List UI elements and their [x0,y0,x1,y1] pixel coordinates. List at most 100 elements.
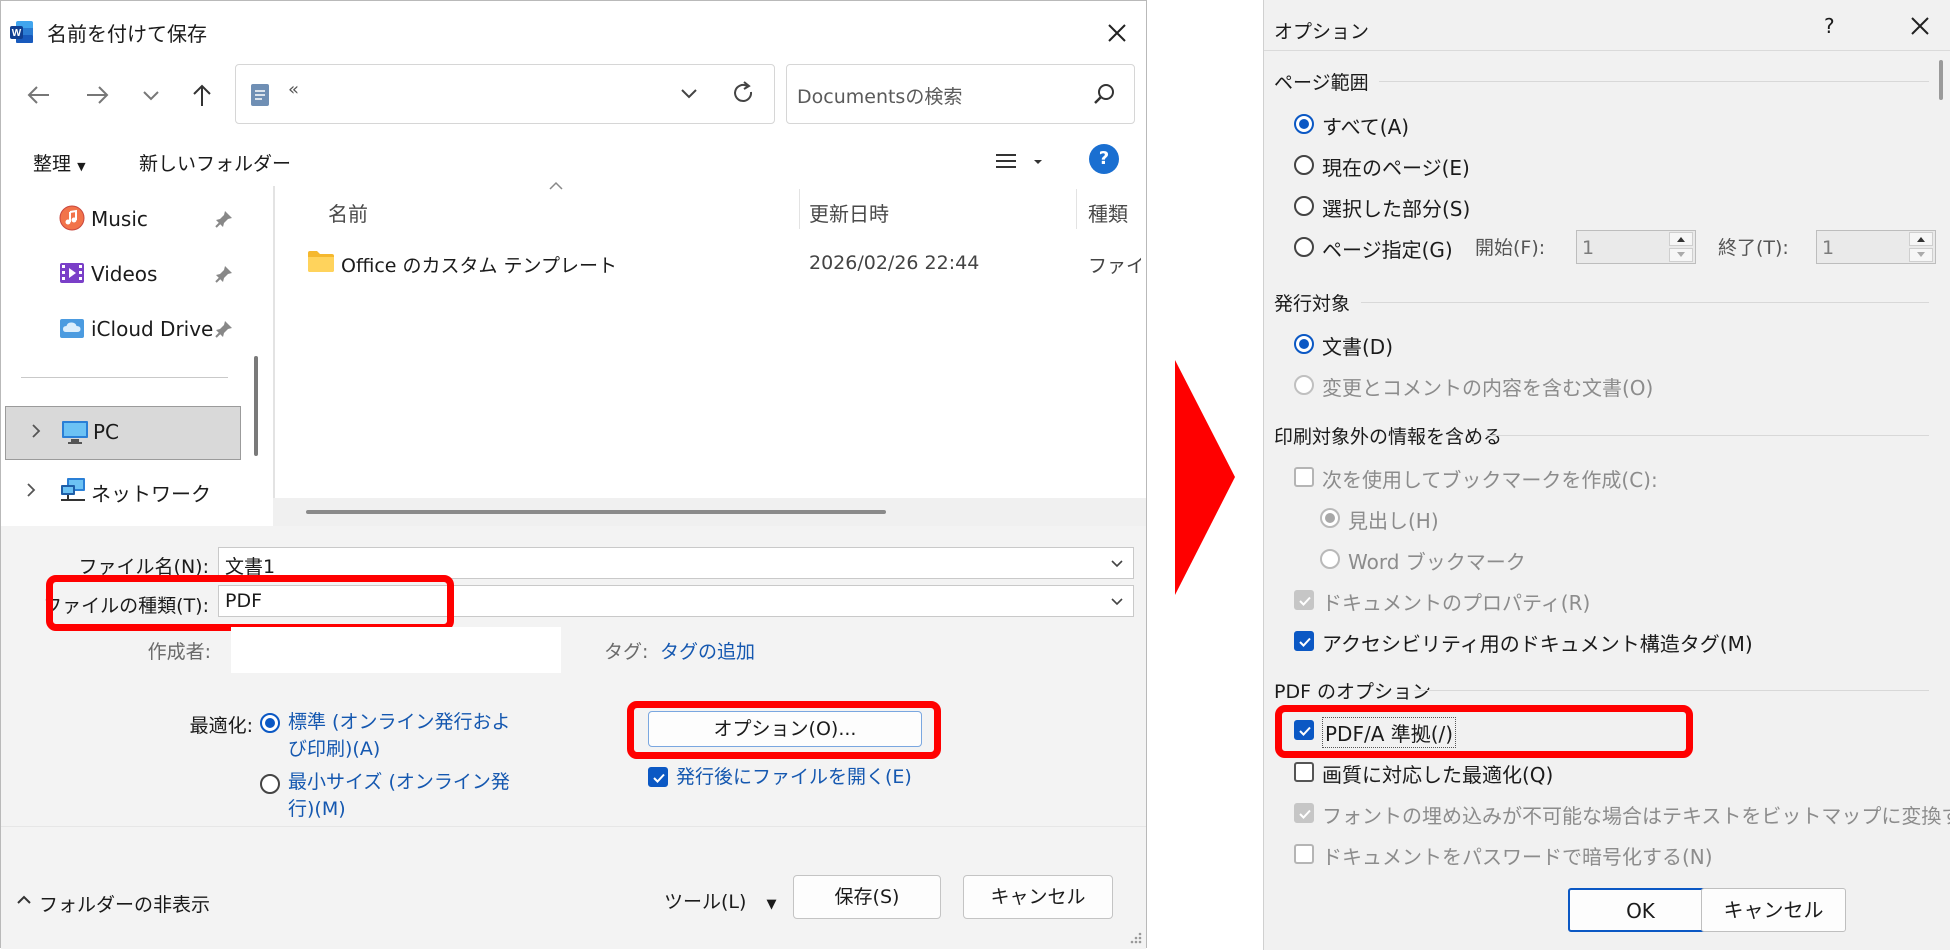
up-arrow-icon[interactable] [184,77,220,113]
optimize-quality-checkbox[interactable] [1294,762,1314,782]
open-after-publish-checkbox[interactable] [648,767,668,787]
page-range-pages-radio[interactable] [1294,237,1314,257]
back-arrow-icon[interactable] [21,77,57,113]
pane-splitter[interactable] [273,186,275,526]
end-page-spinner[interactable]: 1 [1816,230,1936,264]
options-scrollbar[interactable] [1939,60,1943,100]
organize-menu[interactable]: 整理 ▼ [33,149,86,176]
create-bookmarks-label[interactable]: 次を使用してブックマークを作成(C): [1322,464,1658,493]
optimize-minimum-label[interactable]: 最小サイズ (オンライン発 行)(M) [288,769,510,823]
address-dropdown-icon[interactable] [674,79,704,109]
start-page-label: 開始(F): [1475,237,1546,259]
scrollbar-thumb[interactable] [306,510,886,514]
encrypt-label[interactable]: ドキュメントをパスワードで暗号化する(N) [1322,841,1713,870]
pin-icon[interactable] [214,319,234,339]
close-icon[interactable] [1904,10,1936,42]
spin-down-icon[interactable] [1909,248,1933,262]
publish-markup-radio[interactable] [1294,375,1314,395]
search-input[interactable]: Documentsの検索 [797,82,962,109]
word-bookmarks-label[interactable]: Word ブックマーク [1348,546,1526,575]
open-after-publish-label[interactable]: 発行後にファイルを開く(E) [676,762,912,789]
encrypt-checkbox[interactable] [1294,844,1314,864]
search-box[interactable]: Documentsの検索 [786,64,1135,124]
optimize-minimum-radio[interactable] [260,774,280,794]
page-range-pages-label[interactable]: ページ指定(G) [1322,234,1453,263]
expand-chevron-icon[interactable] [26,421,46,441]
page-range-selection-radio[interactable] [1294,196,1314,216]
spin-down-icon[interactable] [1669,248,1693,262]
nav-item-music[interactable]: Music [21,197,241,241]
headings-label[interactable]: 見出し(H) [1348,505,1439,534]
close-icon[interactable] [1099,15,1135,51]
word-bookmarks-radio[interactable] [1320,549,1340,569]
recent-locations-chevron-icon[interactable] [133,77,169,113]
spin-up-icon[interactable] [1909,232,1933,246]
author-field[interactable] [231,627,561,673]
search-icon[interactable] [1092,81,1118,107]
column-divider[interactable] [799,189,800,229]
save-button[interactable]: 保存(S) [793,875,941,919]
refresh-icon[interactable] [728,78,758,108]
publish-document-radio[interactable] [1294,334,1314,354]
resize-grip-icon[interactable] [1127,929,1143,945]
cancel-button[interactable]: キャンセル [963,875,1113,919]
icloud-icon [59,315,85,341]
structure-tags-checkbox[interactable] [1294,631,1314,651]
nav-item-pc[interactable]: PC [5,406,241,460]
new-folder-button[interactable]: 新しいフォルダー [139,149,291,176]
options-cancel-button[interactable]: キャンセル [1701,888,1846,932]
file-list [273,186,1146,526]
add-tag-link[interactable]: タグの追加 [660,637,755,664]
view-options-icon[interactable] [994,146,1044,176]
nav-scrollbar[interactable] [254,356,258,456]
page-range-selection-label[interactable]: 選択した部分(S) [1322,193,1470,222]
chevron-down-icon[interactable] [1109,594,1125,610]
document-properties-label[interactable]: ドキュメントのプロパティ(R) [1322,587,1590,616]
spin-up-icon[interactable] [1669,232,1693,246]
end-page-value: 1 [1822,237,1835,259]
page-range-current-label[interactable]: 現在のページ(E) [1322,152,1470,181]
author-label: 作成者: [147,641,211,663]
tools-menu[interactable]: ツール(L) ▼ [664,887,776,914]
start-page-spinner[interactable]: 1 [1576,230,1696,264]
hide-folders-button[interactable]: フォルダーの非表示 [39,890,210,917]
network-icon [59,476,87,504]
column-header-modified[interactable]: 更新日時 [809,198,889,227]
chevron-up-icon[interactable] [15,891,33,909]
optimize-standard-radio[interactable] [260,713,280,733]
help-button[interactable]: ? [1824,14,1835,38]
pin-icon[interactable] [214,209,234,229]
page-range-current-radio[interactable] [1294,155,1314,175]
expand-chevron-icon[interactable] [21,480,41,500]
chevron-down-icon[interactable] [1109,556,1125,572]
nonprint-info-header: 印刷対象外の情報を含める [1274,426,1503,448]
pin-icon[interactable] [214,264,234,284]
page-range-all-label[interactable]: すべて(A) [1322,111,1409,140]
help-icon[interactable]: ? [1089,144,1119,174]
page-range-all-radio[interactable] [1294,114,1314,134]
forward-arrow-icon[interactable] [79,77,115,113]
structure-tags-label[interactable]: アクセシビリティ用のドキュメント構造タグ(M) [1322,628,1753,657]
column-header-type[interactable]: 種類 [1088,198,1128,227]
column-header-name[interactable]: 名前 [328,198,368,227]
address-bar[interactable]: « [235,64,775,124]
address-overflow[interactable]: « [288,79,299,100]
optimize-quality-label[interactable]: 画質に対応した最適化(Q) [1322,759,1553,788]
headings-radio[interactable] [1320,508,1340,528]
publish-markup-label[interactable]: 変更とコメントの内容を含む文書(O) [1322,372,1653,401]
file-row[interactable]: Office のカスタム テンプレート 2026/02/26 22:44 ファイ… [301,245,1141,281]
ok-button[interactable]: OK [1568,888,1713,932]
music-icon [59,205,85,231]
optimize-standard-label[interactable]: 標準 (オンライン発行およ び印刷)(A) [288,709,510,763]
document-properties-checkbox[interactable] [1294,590,1314,610]
bitmap-text-checkbox[interactable] [1294,803,1314,823]
publish-document-label[interactable]: 文書(D) [1322,331,1393,360]
column-divider[interactable] [1076,189,1077,229]
pc-icon [61,419,89,445]
nav-item-icloud-drive[interactable]: iCloud Drive [21,307,241,351]
create-bookmarks-checkbox[interactable] [1294,467,1314,487]
nav-item-videos[interactable]: Videos [21,252,241,296]
word-app-icon: W [10,20,34,44]
nav-item-network[interactable]: ネットワーク [21,468,241,512]
bitmap-text-label[interactable]: フォントの埋め込みが不可能な場合はテキストをビットマップに変換する(X) [1322,800,1950,829]
